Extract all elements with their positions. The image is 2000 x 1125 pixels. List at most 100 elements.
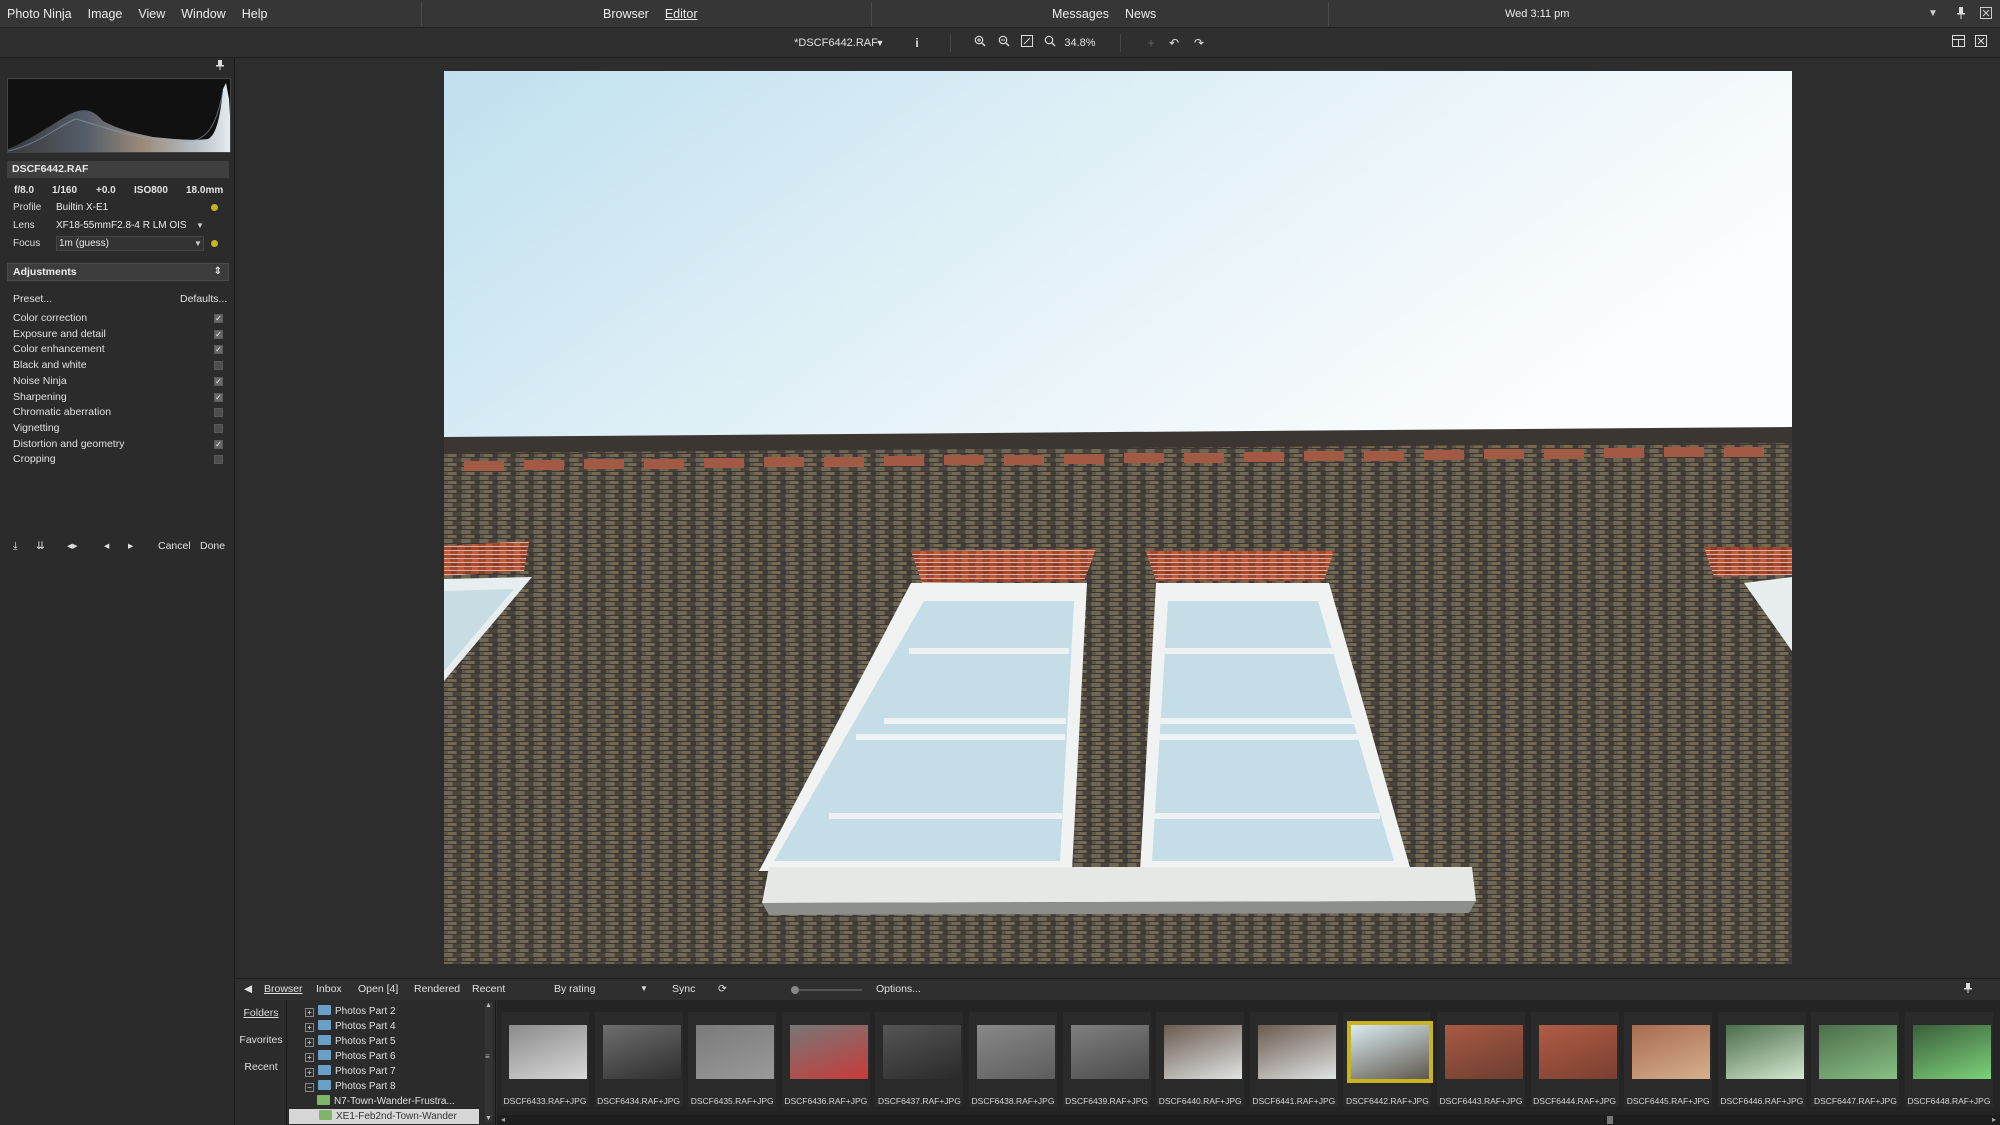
adjustment-row[interactable]: Black and white <box>13 358 223 373</box>
adjustment-checkbox[interactable]: ✓ <box>214 376 223 386</box>
messages-link[interactable]: Messages <box>1052 7 1109 21</box>
thumbnail[interactable]: DSCF6445.RAF+JPG <box>1624 1012 1713 1107</box>
close-window-icon[interactable] <box>1979 7 1993 21</box>
adjustment-row[interactable]: Sharpening ✓ <box>13 390 223 405</box>
zoom-in-icon[interactable] <box>972 35 988 51</box>
side-tab-recent[interactable]: Recent <box>236 1061 286 1073</box>
fit-to-window-icon[interactable] <box>1019 35 1035 51</box>
thumbnail[interactable]: DSCF6438.RAF+JPG <box>969 1012 1057 1107</box>
thumbnail[interactable]: DSCF6448.RAF+JPG <box>1905 1012 1993 1107</box>
focus-select[interactable]: 1m (guess) <box>56 236 204 251</box>
download-all-icon[interactable]: ⇊ <box>36 540 45 552</box>
scroll-grip-icon[interactable]: ≡ <box>485 1052 490 1061</box>
expand-toggle-icon[interactable]: + <box>305 1038 314 1047</box>
adjustment-checkbox[interactable]: ✓ <box>214 345 223 355</box>
scroll-left-icon[interactable]: ◂ <box>501 1115 505 1124</box>
thumbnail[interactable]: DSCF6444.RAF+JPG <box>1530 1012 1619 1107</box>
image-canvas[interactable] <box>236 58 2000 978</box>
thumbnail[interactable]: DSCF6446.RAF+JPG <box>1717 1012 1806 1107</box>
adjustment-checkbox[interactable] <box>214 455 223 465</box>
adjustment-row[interactable]: Color correction ✓ <box>13 311 223 326</box>
scroll-up-icon[interactable]: ▲ <box>485 1002 492 1009</box>
side-tab-folders[interactable]: Folders <box>236 1007 286 1019</box>
folder-item[interactable]: + Photos Part 5 <box>305 1034 495 1049</box>
adjustment-checkbox[interactable] <box>214 423 223 433</box>
folder-item[interactable]: − Photos Part 8 <box>305 1079 495 1094</box>
collapse-browser-icon[interactable]: ◀ <box>244 983 252 995</box>
thumb-scrollbar[interactable]: ◂ ▸ <box>497 1115 2000 1125</box>
menu-window[interactable]: Window <box>181 7 225 21</box>
thumbnail[interactable]: DSCF6433.RAF+JPG <box>501 1012 589 1107</box>
expand-toggle-icon[interactable]: + <box>305 1023 314 1032</box>
folder-item[interactable]: + Photos Part 2 <box>305 1004 495 1019</box>
redo-icon[interactable]: ↷ <box>1191 35 1207 51</box>
crosshair-icon[interactable]: + <box>1143 35 1159 51</box>
layout-grid-icon[interactable] <box>1950 35 1966 51</box>
adjustment-checkbox[interactable]: ✓ <box>214 439 223 449</box>
download-icon[interactable]: ⤓ <box>13 540 18 553</box>
photo-preview[interactable] <box>444 71 1792 964</box>
tab-rendered[interactable]: Rendered <box>414 983 460 995</box>
menu-help[interactable]: Help <box>242 7 268 21</box>
file-menu-chevron-icon[interactable]: ▼ <box>872 35 888 51</box>
next-icon[interactable]: ▸ <box>128 540 133 552</box>
lens-dropdown-icon[interactable]: ▼ <box>196 217 204 234</box>
news-link[interactable]: News <box>1125 7 1156 21</box>
cancel-button[interactable]: Cancel <box>158 540 191 552</box>
done-button[interactable]: Done <box>200 540 225 552</box>
adjustment-checkbox[interactable] <box>214 361 223 371</box>
thumbnail[interactable]: DSCF6434.RAF+JPG <box>594 1012 683 1107</box>
focus-dropdown-icon[interactable]: ▼ <box>194 235 202 252</box>
thumbnail[interactable]: DSCF6439.RAF+JPG <box>1062 1012 1151 1107</box>
compare-icon[interactable]: ◂▸ <box>67 540 78 552</box>
folder-item[interactable]: + Photos Part 4 <box>305 1019 495 1034</box>
adjustment-row[interactable]: Noise Ninja ✓ <box>13 374 223 389</box>
thumbnail[interactable]: DSCF6442.RAF+JPG <box>1343 1012 1434 1107</box>
expand-toggle-icon[interactable]: − <box>305 1083 314 1092</box>
menu-image[interactable]: Image <box>88 7 123 21</box>
zoom-out-icon[interactable] <box>996 35 1012 51</box>
adjustment-row[interactable]: Cropping <box>13 452 223 467</box>
adjustment-row[interactable]: Exposure and detail ✓ <box>13 327 223 342</box>
tab-recent[interactable]: Recent <box>472 983 505 995</box>
adjustment-checkbox[interactable]: ✓ <box>214 314 223 323</box>
zoom-actual-icon[interactable] <box>1042 35 1058 51</box>
side-tab-favorites[interactable]: Favorites <box>236 1034 286 1046</box>
folder-scrollbar[interactable]: ▲ ≡ ▼ <box>485 1002 493 1122</box>
adjustment-checkbox[interactable] <box>214 408 223 418</box>
adjustment-row[interactable]: Vignetting <box>13 421 223 436</box>
chevron-down-icon[interactable]: ▼ <box>1926 7 1940 21</box>
adjustment-row[interactable]: Color enhancement ✓ <box>13 342 223 357</box>
undo-icon[interactable]: ↶ <box>1166 35 1182 51</box>
info-icon[interactable]: i <box>909 35 925 51</box>
app-name[interactable]: Photo Ninja <box>7 7 72 21</box>
scroll-thumb[interactable] <box>1607 1116 1613 1124</box>
sort-select[interactable]: By rating ▼ <box>554 982 654 998</box>
adjustments-header[interactable]: Adjustments ⇕ <box>7 263 229 281</box>
tab-browser[interactable]: Browser <box>264 983 303 995</box>
refresh-icon[interactable]: ⟳ <box>718 983 727 995</box>
fullscreen-icon[interactable] <box>1973 35 1989 51</box>
panel-pin-icon[interactable] <box>216 60 224 73</box>
expand-toggle-icon[interactable]: + <box>305 1008 314 1017</box>
pin-icon[interactable] <box>1954 7 1968 21</box>
sync-button[interactable]: Sync <box>672 983 695 995</box>
filename-label[interactable]: *DSCF6442.RAF <box>794 35 878 51</box>
preset-button[interactable]: Preset... <box>13 293 52 305</box>
adjustment-row[interactable]: Chromatic aberration <box>13 405 223 420</box>
folder-item[interactable]: + Photos Part 7 <box>305 1064 495 1079</box>
thumbnail[interactable]: DSCF6437.RAF+JPG <box>875 1012 964 1107</box>
mode-editor[interactable]: Editor <box>665 7 698 21</box>
adjustment-checkbox[interactable]: ✓ <box>214 392 223 402</box>
slider-handle[interactable] <box>791 986 799 994</box>
tab-open[interactable]: Open [4] <box>358 983 398 995</box>
thumbnail[interactable]: DSCF6440.RAF+JPG <box>1156 1012 1245 1107</box>
defaults-button[interactable]: Defaults... <box>180 293 227 305</box>
browser-pin-icon[interactable] <box>1964 983 1972 996</box>
thumbnail[interactable]: DSCF6435.RAF+JPG <box>688 1012 777 1107</box>
thumbnail-size-slider[interactable] <box>791 986 862 994</box>
adjustment-row[interactable]: Distortion and geometry ✓ <box>13 437 223 452</box>
folder-item[interactable]: XE1-Feb2nd-Town-Wander <box>289 1109 479 1124</box>
scroll-right-icon[interactable]: ▸ <box>1992 1115 1996 1124</box>
scroll-down-icon[interactable]: ▼ <box>485 1115 492 1122</box>
